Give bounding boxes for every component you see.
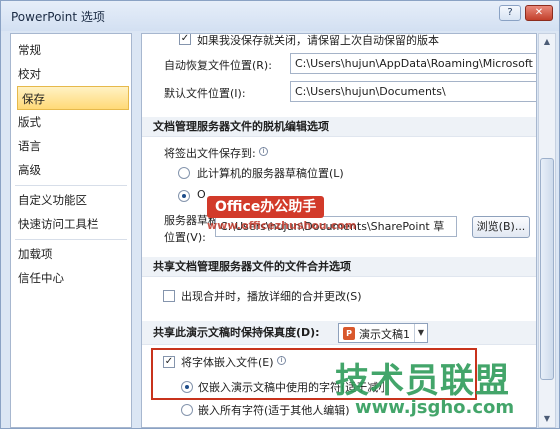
window-title: PowerPoint 选项: [11, 10, 105, 24]
keep-autosave-label: 如果我没保存就关闭，请保留上次自动保留的版本: [197, 34, 439, 47]
embed-all-chars-radio[interactable]: [181, 404, 193, 416]
sidebar-item-advanced[interactable]: 高级: [11, 158, 131, 182]
sidebar-item-customize-ribbon[interactable]: 自定义功能区: [11, 188, 131, 212]
save-options-panel: ✓ 如果我没保存就关闭，请保留上次自动保留的版本 自动恢复文件位置(R): C:…: [141, 33, 537, 428]
embed-fonts-label: 将字体嵌入文件(E): [181, 356, 274, 369]
presentation-dropdown[interactable]: P 演示文稿1 ▼: [338, 323, 428, 343]
scroll-down-icon[interactable]: ▼: [539, 411, 555, 427]
show-merge-changes-label: 出现合并时，播放详细的合并更改(S): [181, 290, 362, 303]
offline-editing-heading: 文档管理服务器文件的脱机编辑选项: [142, 117, 536, 137]
scroll-up-icon[interactable]: ▲: [539, 34, 555, 50]
sidebar-divider: [15, 185, 127, 186]
sidebar-item-save[interactable]: 保存: [17, 86, 129, 110]
powerpoint-file-icon: P: [343, 327, 355, 340]
sidebar-item-layout[interactable]: 版式: [11, 110, 131, 134]
sidebar-item-trust-center[interactable]: 信任中心: [11, 266, 131, 290]
chevron-down-icon[interactable]: ▼: [414, 324, 427, 342]
server-drafts-radio[interactable]: [178, 167, 190, 179]
help-button[interactable]: ?: [499, 5, 521, 21]
office-cache-radio[interactable]: [178, 190, 190, 202]
sidebar-item-quick-access-toolbar[interactable]: 快速访问工具栏: [11, 212, 131, 236]
keep-autosave-checkbox[interactable]: ✓: [179, 34, 191, 45]
embed-used-chars-radio[interactable]: [181, 381, 193, 393]
category-sidebar: 常规 校对 保存 版式 语言 高级 自定义功能区 快速访问工具栏 加载项 信任中…: [10, 33, 132, 428]
close-button[interactable]: ✕: [525, 5, 553, 21]
server-drafts-location-field[interactable]: C:\Users\hujun\Documents\SharePoint 草: [215, 216, 457, 237]
options-dialog: PowerPoint 选项 ? ✕ 常规 校对 保存 版式 语言 高级 自定义功…: [0, 0, 560, 429]
server-drafts-radio-label: 此计算机的服务器草稿位置(L): [197, 167, 344, 180]
info-icon: i: [277, 356, 286, 365]
sidebar-item-addins[interactable]: 加载项: [11, 242, 131, 266]
sidebar-divider: [15, 239, 127, 240]
merge-options-heading: 共享文档管理服务器文件的文件合并选项: [142, 257, 536, 277]
presentation-dropdown-value: 演示文稿1: [359, 328, 410, 341]
title-bar: PowerPoint 选项 ? ✕: [1, 1, 559, 31]
default-location-label: 默认文件位置(I):: [164, 87, 246, 100]
browse-button[interactable]: 浏览(B)...: [472, 216, 530, 238]
vertical-scrollbar[interactable]: ▲ ▼: [538, 33, 556, 428]
embed-all-chars-label: 嵌入所有字符(适于其他人编辑): [198, 404, 350, 417]
server-drafts-location-label: 服务器草稿: [164, 214, 219, 227]
autorecover-location-label: 自动恢复文件位置(R):: [164, 59, 272, 72]
embed-fonts-checkbox[interactable]: ✓: [163, 356, 175, 368]
server-drafts-location-label-2: 位置(V):: [164, 231, 206, 244]
save-checked-out-label: 将签出文件保存到:: [164, 147, 256, 160]
sidebar-item-proofing[interactable]: 校对: [11, 62, 131, 86]
default-location-field[interactable]: C:\Users\hujun\Documents\: [290, 81, 536, 102]
sidebar-item-general[interactable]: 常规: [11, 38, 131, 62]
sidebar-item-language[interactable]: 语言: [11, 134, 131, 158]
autorecover-location-field[interactable]: C:\Users\hujun\AppData\Roaming\Microsoft: [290, 53, 536, 74]
embed-used-chars-label: 仅嵌入演示文稿中使用的字符(适于减小文件大小): [198, 381, 384, 394]
show-merge-changes-checkbox[interactable]: [163, 290, 175, 302]
info-icon: i: [259, 147, 268, 156]
scroll-thumb[interactable]: [540, 158, 554, 380]
office-cache-radio-label: O: [197, 188, 206, 201]
